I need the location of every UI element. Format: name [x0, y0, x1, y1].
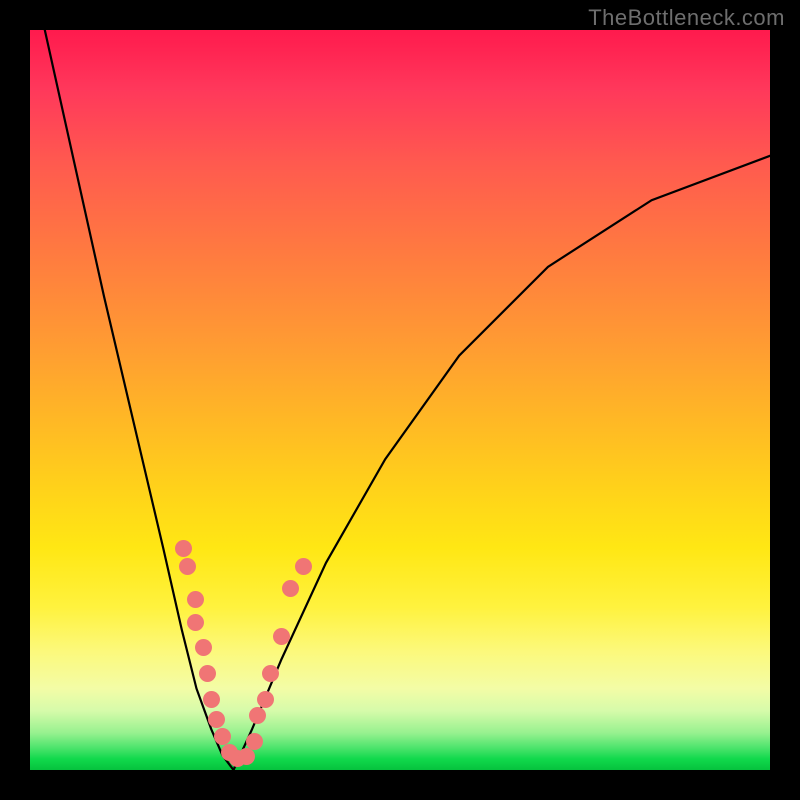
- data-dot: [187, 614, 204, 631]
- curve-right-branch: [234, 156, 771, 770]
- data-dot: [257, 691, 274, 708]
- data-dot: [187, 591, 204, 608]
- data-dot: [203, 691, 220, 708]
- plot-area: [30, 30, 770, 770]
- chart-frame: TheBottleneck.com: [0, 0, 800, 800]
- data-dot: [246, 733, 263, 750]
- watermark-text: TheBottleneck.com: [588, 5, 785, 31]
- data-dot: [214, 728, 231, 745]
- data-dot: [179, 558, 196, 575]
- data-dot: [208, 711, 225, 728]
- curve-left-branch: [45, 30, 234, 770]
- bottleneck-curve: [30, 30, 770, 770]
- data-dot: [175, 540, 192, 557]
